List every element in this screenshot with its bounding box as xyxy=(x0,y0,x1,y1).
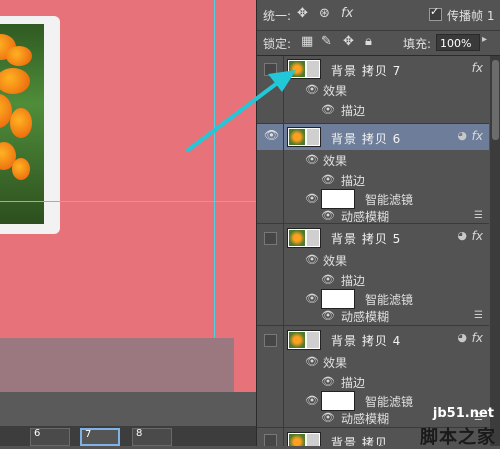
annotation-arrow-icon xyxy=(186,70,296,152)
watermark-site: jb51.net xyxy=(432,406,494,421)
watermark-brand: 脚本之家 xyxy=(420,427,496,448)
